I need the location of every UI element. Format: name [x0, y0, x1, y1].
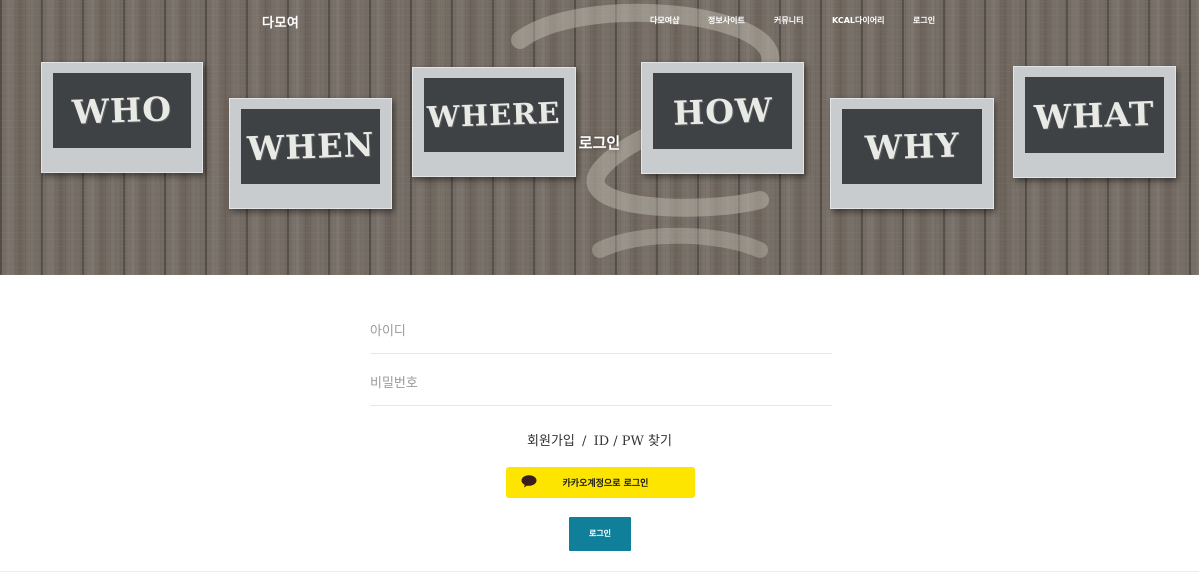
board-frame-what: WHAT [1013, 66, 1176, 178]
account-links: 회원가입 / ID / PW 찾기 [0, 430, 1199, 449]
nav-link-login[interactable]: 로그인 [913, 15, 935, 26]
id-input[interactable] [370, 310, 832, 354]
nav-link-info-site[interactable]: 정보사이트 [708, 15, 745, 26]
nav-link-kcal-diary[interactable]: KCAL다이어리 [832, 15, 884, 26]
kakao-login-button[interactable]: 카카오계정으로 로그인 [506, 467, 695, 498]
page-title: 로그인 [578, 134, 621, 152]
board-text: HOW [671, 89, 774, 133]
nav-link-community[interactable]: 커뮤니티 [774, 15, 803, 26]
board-frame-when: WHEN [229, 98, 392, 209]
signup-link[interactable]: 회원가입 [527, 434, 575, 449]
link-separator: / [582, 434, 587, 449]
footer-divider [0, 571, 1199, 572]
top-nav: 다모여샵 정보사이트 커뮤니티 KCAL다이어리 로그인 [0, 15, 1199, 29]
nav-link-shop[interactable]: 다모여샵 [650, 15, 679, 26]
login-button[interactable]: 로그인 [569, 517, 631, 551]
board-text: WHO [71, 89, 173, 132]
board-text: WHAT [1033, 93, 1156, 137]
hero-banner: WHO WHEN WHERE HOW WHY WHAT 로그인 다모여 다모여샵… [0, 0, 1199, 275]
board-frame-who: WHO [41, 62, 203, 173]
find-id-pw-link[interactable]: ID / PW 찾기 [594, 434, 672, 449]
board-frame-why: WHY [830, 98, 994, 209]
kakao-login-label: 카카오계정으로 로그인 [562, 479, 649, 489]
board-frame-how: HOW [641, 62, 804, 174]
password-input[interactable] [370, 362, 832, 406]
board-frame-where: WHERE [412, 67, 576, 177]
board-text: WHERE [426, 95, 562, 135]
